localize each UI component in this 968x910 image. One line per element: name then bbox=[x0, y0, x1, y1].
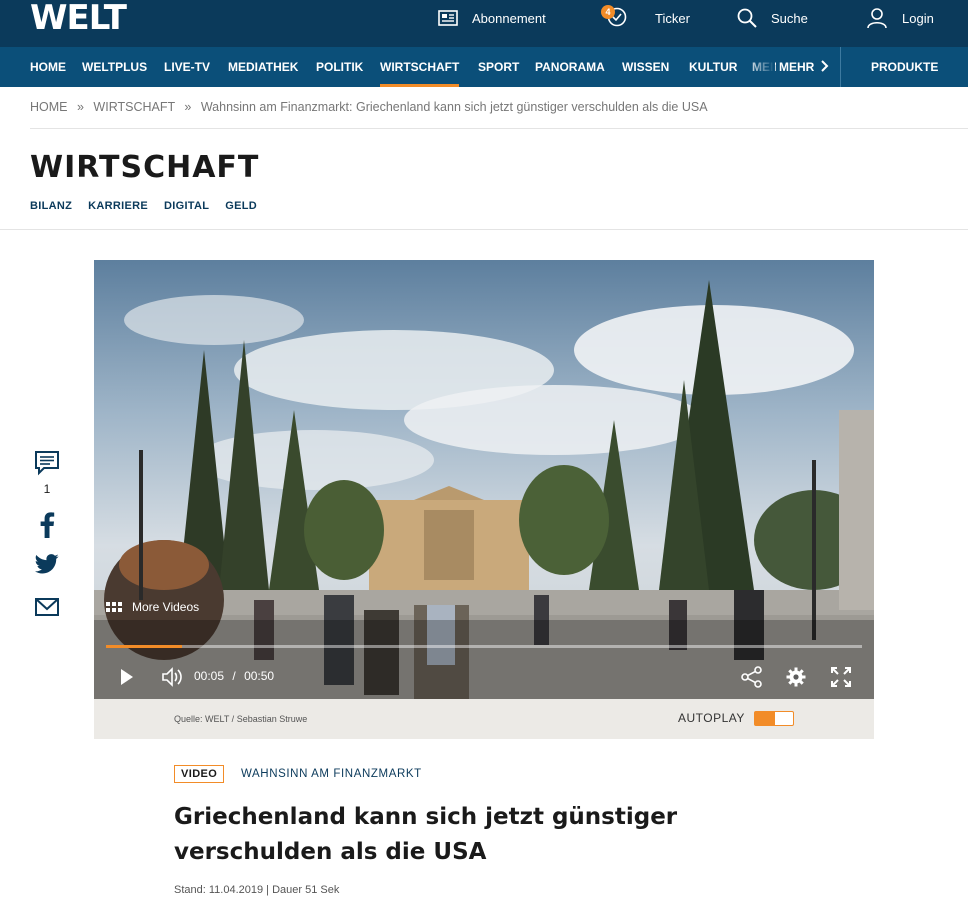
sub-nav-karriere[interactable]: KARRIERE bbox=[88, 200, 148, 212]
video-footer: Quelle: WELT / Sebastian Struwe AUTOPLAY bbox=[94, 699, 874, 739]
abonnement-link[interactable]: Abonnement bbox=[438, 0, 546, 36]
main-nav: HOME WELTPLUS LIVE-TV MEDIATHEK POLITIK … bbox=[0, 47, 968, 87]
nav-divider bbox=[840, 47, 841, 87]
search-icon bbox=[737, 8, 757, 28]
twitter-share-button[interactable] bbox=[30, 554, 64, 574]
grid-icon bbox=[106, 602, 122, 612]
comment-count: 1 bbox=[43, 482, 51, 496]
top-bar: WELT Abonnement 4 Ticker Suche Login bbox=[0, 0, 968, 47]
nav-item-sport[interactable]: SPORT bbox=[478, 47, 519, 87]
ticker-label: Ticker bbox=[655, 10, 690, 26]
nav-item-mediathek[interactable]: MEDIATHEK bbox=[228, 47, 298, 87]
current-time: 00:05 bbox=[194, 669, 225, 683]
divider bbox=[0, 229, 968, 230]
ticker-icon-wrap: 4 bbox=[601, 4, 641, 30]
welt-logo[interactable]: WELT bbox=[30, 0, 127, 38]
video-tag: VIDEO bbox=[174, 765, 225, 783]
nav-item-wirtschaft[interactable]: WIRTSCHAFT bbox=[380, 47, 460, 87]
login-label: Login bbox=[902, 10, 934, 26]
section-title[interactable]: WIRTSCHAFT bbox=[30, 150, 259, 185]
sub-nav-geld[interactable]: GELD bbox=[225, 200, 257, 212]
logo-text: WELT bbox=[30, 0, 127, 38]
nav-item-home[interactable]: HOME bbox=[30, 47, 66, 87]
breadcrumb-section[interactable]: WIRTSCHAFT bbox=[93, 100, 174, 114]
breadcrumb-separator: » bbox=[76, 100, 84, 114]
progress-fill bbox=[106, 645, 182, 648]
article-kicker: WAHNSINN AM FINANZMARKT bbox=[241, 768, 422, 780]
divider bbox=[30, 128, 968, 129]
suche-label: Suche bbox=[771, 10, 808, 26]
mail-icon bbox=[35, 598, 59, 616]
comment-icon bbox=[35, 451, 59, 476]
section-sub-nav: BILANZ KARRIERE DIGITAL GELD bbox=[30, 200, 257, 212]
video-player[interactable]: More Videos 00:05 / 00:50 bbox=[94, 260, 874, 699]
video-source: Quelle: WELT / Sebastian Struwe bbox=[174, 714, 308, 724]
ticker-link[interactable]: 4 Ticker bbox=[601, 0, 690, 36]
suche-link[interactable]: Suche bbox=[737, 0, 808, 36]
sub-nav-digital[interactable]: DIGITAL bbox=[164, 200, 209, 212]
ticker-badge: 4 bbox=[601, 4, 615, 19]
article-headline: Griechenland kann sich jetzt günstiger v… bbox=[174, 804, 678, 865]
sub-nav-bilanz[interactable]: BILANZ bbox=[30, 200, 72, 212]
fullscreen-icon[interactable] bbox=[831, 667, 851, 687]
facebook-icon bbox=[40, 512, 55, 538]
newspaper-icon bbox=[438, 10, 458, 26]
duration: 00:50 bbox=[244, 669, 275, 683]
twitter-icon bbox=[35, 554, 59, 574]
chevron-right-icon bbox=[820, 60, 829, 72]
nav-item-wissen[interactable]: WISSEN bbox=[622, 47, 669, 87]
video-frame bbox=[94, 260, 874, 699]
share-icon[interactable] bbox=[741, 666, 763, 688]
facebook-share-button[interactable] bbox=[30, 512, 64, 538]
gear-icon[interactable] bbox=[786, 667, 806, 687]
play-icon[interactable] bbox=[120, 668, 134, 686]
breadcrumb-separator: » bbox=[184, 100, 192, 114]
breadcrumb: HOME » WIRTSCHAFT » Wahnsinn am Finanzma… bbox=[30, 100, 708, 114]
time-display: 00:05 / 00:50 bbox=[194, 669, 274, 683]
user-icon bbox=[867, 8, 887, 29]
toggle-knob bbox=[755, 712, 775, 725]
more-videos-label: More Videos bbox=[132, 600, 200, 614]
nav-item-live-tv[interactable]: LIVE-TV bbox=[164, 47, 210, 87]
nav-item-panorama[interactable]: PANORAMA bbox=[535, 47, 605, 87]
nav-item-weltplus[interactable]: WELTPLUS bbox=[82, 47, 147, 87]
player-controls: 00:05 / 00:50 bbox=[94, 660, 874, 694]
autoplay-label: AUTOPLAY bbox=[678, 711, 745, 725]
nav-produkte[interactable]: PRODUKTE bbox=[871, 47, 938, 87]
time-separator: / bbox=[232, 669, 236, 683]
nav-more-button[interactable]: MEHR bbox=[779, 47, 829, 87]
mail-share-button[interactable] bbox=[30, 598, 64, 616]
comment-button[interactable] bbox=[30, 450, 64, 476]
article-meta: Stand: 11.04.2019 | Dauer 51 Sek bbox=[174, 884, 340, 896]
abonnement-label: Abonnement bbox=[472, 10, 546, 26]
breadcrumb-current: Wahnsinn am Finanzmarkt: Griechenland ka… bbox=[200, 100, 708, 114]
progress-bar[interactable] bbox=[106, 645, 862, 648]
autoplay-toggle[interactable] bbox=[754, 711, 794, 726]
breadcrumb-home[interactable]: HOME bbox=[30, 100, 68, 114]
nav-item-politik[interactable]: POLITIK bbox=[316, 47, 363, 87]
volume-icon[interactable] bbox=[162, 667, 184, 687]
more-videos-button[interactable]: More Videos bbox=[106, 600, 199, 614]
nav-more-label: MEHR bbox=[779, 60, 815, 74]
login-link[interactable]: Login bbox=[866, 0, 934, 36]
nav-fade bbox=[745, 47, 775, 87]
nav-item-kultur[interactable]: KULTUR bbox=[689, 47, 737, 87]
